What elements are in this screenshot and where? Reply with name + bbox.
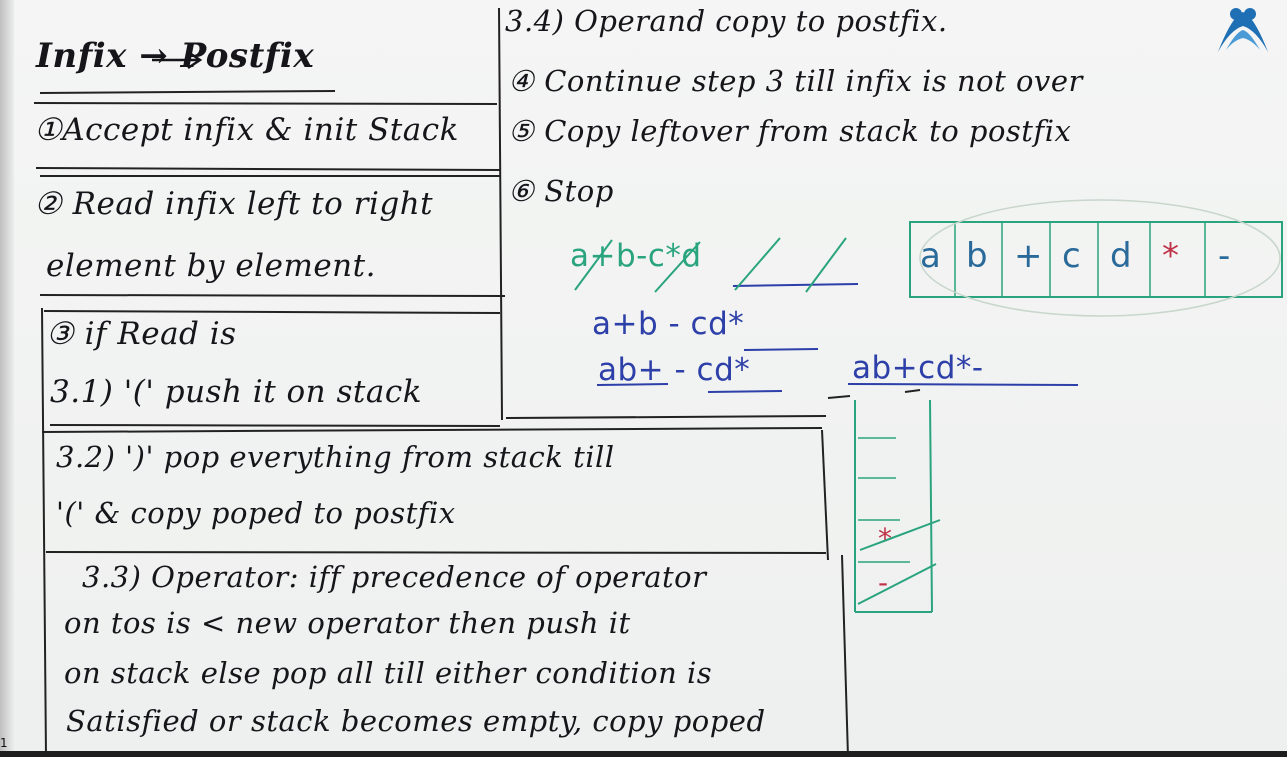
step-3-3-line-3: on stack else pop all till either condit… (64, 656, 713, 690)
example-result: ab+cd*- (852, 350, 984, 386)
postfix-cell: + (1014, 236, 1043, 276)
whiteboard: Infix → Postfix ①Accept infix & init Sta… (0, 0, 1287, 757)
board-title: Infix → Postfix (36, 36, 314, 76)
example-step-1: a+b - cd* (592, 306, 745, 342)
postfix-cell: a (920, 236, 942, 276)
step-1: ①Accept infix & init Stack (34, 112, 459, 148)
stack-item: * (878, 522, 893, 555)
step-2-line-1: ② Read infix left to right (34, 186, 434, 222)
step-3: ③ if Read is (46, 316, 237, 352)
step-3-3-line-1: 3.3) Operator: iff precedence of operato… (82, 560, 707, 594)
postfix-cell: - (1218, 236, 1231, 276)
brand-logo-icon (1218, 8, 1268, 52)
step-3-2-line-2: '(' & copy poped to postfix (56, 496, 456, 530)
step-4: ④ Continue step 3 till infix is not over (508, 64, 1083, 98)
step-3-4: 3.4) Operand copy to postfix. (505, 4, 948, 38)
step-3-3-line-2: on tos is < new operator then push it (64, 606, 631, 640)
postfix-cell: d (1110, 236, 1133, 276)
corner-mark: 1 (0, 736, 8, 750)
step-6: ⑥ Stop (508, 174, 614, 208)
step-3-3-line-4: Satisfied or stack becomes empty, copy p… (66, 704, 766, 738)
video-frame-edge (0, 751, 1287, 757)
title-text: Infix → Postfix (36, 36, 315, 76)
example-step-2: ab+ - cd* (598, 352, 751, 388)
stack-item: - (878, 566, 889, 599)
example-infix: a+b-c*d (570, 238, 702, 274)
step-2-line-2: element by element. (46, 248, 376, 284)
step-3-1: 3.1) '(' push it on stack (50, 374, 422, 410)
step-5: ⑤ Copy leftover from stack to postfix (508, 114, 1072, 148)
postfix-cell: b (966, 236, 989, 276)
step-3-2-line-1: 3.2) ')' pop everything from stack till (56, 440, 615, 474)
postfix-cell: c (1062, 236, 1082, 276)
postfix-cell: * (1162, 236, 1180, 276)
